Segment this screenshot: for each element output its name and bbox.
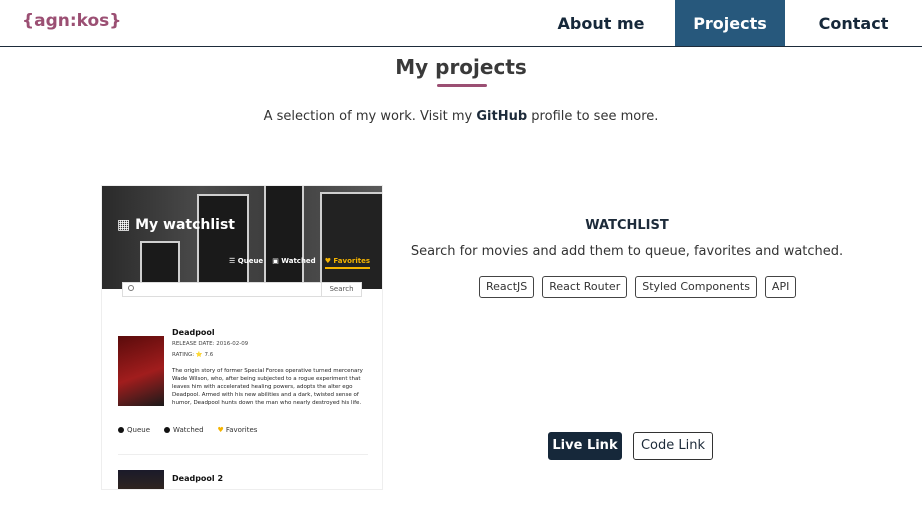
screenshot-tab-watched: ▣ Watched xyxy=(272,257,316,265)
movie-poster xyxy=(118,336,164,406)
code-link-button[interactable]: Code Link xyxy=(633,432,713,460)
screenshot-hero: ▦ My watchlist ☰ Queue ▣ Watched ♥ Favor… xyxy=(102,186,382,289)
site-header: {agn:kos} About me Projects Contact xyxy=(0,0,922,47)
screenshot-search: Search xyxy=(122,282,362,297)
site-logo[interactable]: {agn:kos} xyxy=(22,11,121,31)
project-screenshot: ▦ My watchlist ☰ Queue ▣ Watched ♥ Favor… xyxy=(101,185,383,490)
film-icon: ▦ xyxy=(117,217,136,233)
screenshot-tab-favorites: ♥ Favorites xyxy=(324,257,370,269)
screenshot-tab-label: Queue xyxy=(237,257,264,265)
project-name: WATCHLIST xyxy=(585,218,669,233)
page-title: My projects xyxy=(395,55,527,79)
screenshot-tab-label: Watched xyxy=(281,257,316,265)
movie-title: Deadpool 2 xyxy=(172,474,224,483)
list-divider xyxy=(118,454,368,455)
screenshot-search-button: Search xyxy=(321,283,361,296)
queue-action: Queue xyxy=(118,426,150,434)
queue-action-label: Queue xyxy=(127,426,150,434)
tech-tag: Styled Components xyxy=(635,276,757,298)
favorites-action: ♥ Favorites xyxy=(218,426,258,434)
nav-contact[interactable]: Contact xyxy=(785,0,922,46)
screenshot-tab-label: Favorites xyxy=(333,257,370,265)
movie-actions: Queue Watched ♥ Favorites xyxy=(118,426,257,434)
hero-poster-frame xyxy=(197,194,249,289)
section-subtitle: A selection of my work. Visit my GitHub … xyxy=(0,109,922,124)
github-link[interactable]: GitHub xyxy=(476,109,527,124)
watched-icon xyxy=(164,427,170,433)
watched-action-label: Watched xyxy=(173,426,204,434)
tech-tag: ReactJS xyxy=(479,276,535,298)
tech-tags: ReactJS React Router Styled Components A… xyxy=(479,276,797,298)
nav-projects[interactable]: Projects xyxy=(675,0,785,46)
screenshot-tab-queue: ☰ Queue xyxy=(229,257,264,265)
tech-tag: API xyxy=(764,276,797,298)
subtitle-text-start: A selection of my work. Visit my xyxy=(263,109,477,124)
heart-icon: ♥ xyxy=(217,426,224,434)
queue-icon xyxy=(118,427,124,433)
movie-poster xyxy=(118,470,164,489)
subtitle-text-end: profile to see more. xyxy=(527,109,659,124)
nav-about-me[interactable]: About me xyxy=(546,0,656,46)
watched-action: Watched xyxy=(164,426,204,434)
title-underline xyxy=(437,84,487,87)
screenshot-app-title-text: My watchlist xyxy=(135,217,236,233)
movie-title: Deadpool xyxy=(172,328,215,337)
hero-poster-frame xyxy=(264,186,304,289)
movie-rating: RATING: ⭐ 7.6 xyxy=(172,352,214,358)
live-link-button[interactable]: Live Link xyxy=(548,432,622,460)
project-description: Search for movies and add them to queue,… xyxy=(410,244,844,259)
screenshot-tabs: ☰ Queue ▣ Watched ♥ Favorites xyxy=(229,257,370,269)
screenshot-app-title: ▦ My watchlist xyxy=(117,217,235,233)
movie-release-date: RELEASE DATE: 2016-02-09 xyxy=(172,341,249,347)
tech-tag: React Router xyxy=(542,276,628,298)
search-icon xyxy=(128,285,134,291)
hero-poster-frame xyxy=(320,192,382,289)
movie-description: The origin story of former Special Force… xyxy=(172,368,363,406)
main-nav: About me Projects Contact xyxy=(546,0,922,46)
favorites-action-label: Favorites xyxy=(225,426,258,434)
